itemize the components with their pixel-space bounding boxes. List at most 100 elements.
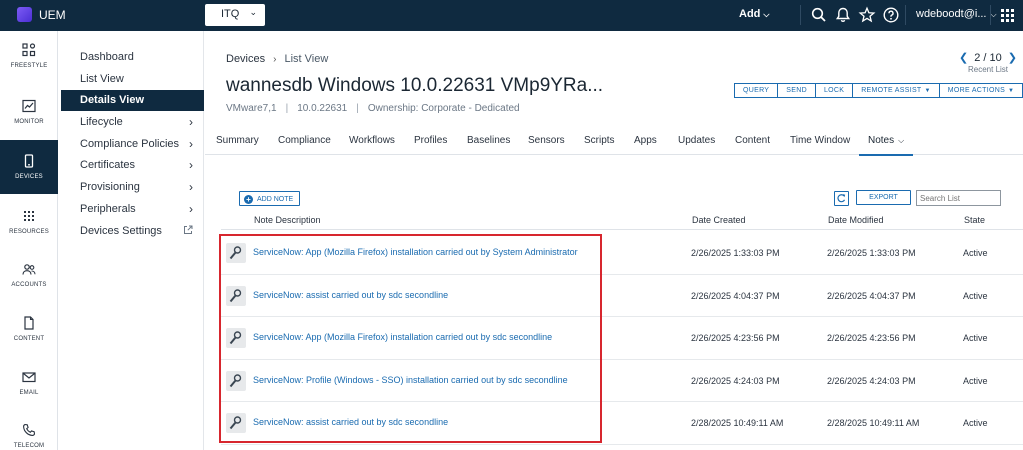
tab-notes-label: Notes <box>868 135 895 146</box>
lock-button[interactable]: LOCK <box>814 83 853 98</box>
query-button[interactable]: QUERY <box>734 83 778 98</box>
user-menu[interactable]: wdeboodt@i... ⌵ <box>916 8 997 20</box>
nav-label: DEVICES <box>15 174 43 180</box>
edit-note-icon[interactable] <box>226 370 246 391</box>
subnav-provisioning[interactable]: Provisioning › <box>61 177 204 198</box>
subnav-lifecycle[interactable]: Lifecycle › <box>61 112 204 133</box>
note-description-link[interactable]: ServiceNow: assist carried out by sdc se… <box>253 290 448 300</box>
date-created: 2/26/2025 4:23:56 PM <box>691 333 780 343</box>
subnav-details-view[interactable]: Details View <box>61 90 204 111</box>
bell-icon[interactable] <box>834 6 852 24</box>
chevron-right-icon: › <box>273 54 277 65</box>
breadcrumb-list-view[interactable]: List View <box>284 53 328 65</box>
subnav-label: Dashboard <box>80 51 134 63</box>
note-state: Active <box>963 375 988 386</box>
nav-telecom[interactable]: TELECOM <box>0 411 58 450</box>
col-state[interactable]: State <box>964 215 985 225</box>
remote-assist-button[interactable]: REMOTE ASSIST ▼ <box>852 83 939 98</box>
refresh-button[interactable] <box>834 191 849 206</box>
more-actions-button[interactable]: MORE ACTIONS ▼ <box>938 83 1023 98</box>
subnav-list-view[interactable]: List View <box>61 69 204 90</box>
tab-time-window[interactable]: Time Window <box>790 135 850 146</box>
help-icon[interactable] <box>882 6 900 24</box>
add-menu-label: Add <box>739 8 761 20</box>
subnav-compliance-policies[interactable]: Compliance Policies › <box>61 134 204 155</box>
resources-icon <box>24 211 34 221</box>
table-row: ServiceNow: Profile (Windows - SSO) inst… <box>221 360 1023 402</box>
date-created: 2/26/2025 1:33:03 PM <box>691 248 780 258</box>
nav-resources[interactable]: RESOURCES <box>0 197 58 247</box>
search-icon[interactable] <box>810 6 828 24</box>
divider <box>800 5 801 25</box>
col-note-description[interactable]: Note Description <box>254 215 321 225</box>
org-selector[interactable]: ITQ ⌄ <box>205 4 265 26</box>
note-state: Active <box>963 248 988 258</box>
subnav-label: Devices Settings <box>80 225 162 237</box>
tab-baselines[interactable]: Baselines <box>467 135 510 146</box>
subnav-devices-settings[interactable]: Devices Settings <box>61 221 204 242</box>
subnav-dashboard[interactable]: Dashboard <box>61 47 204 68</box>
note-description-link[interactable]: ServiceNow: App (Mozilla Firefox) instal… <box>253 247 578 257</box>
edit-note-icon[interactable] <box>226 328 246 348</box>
subnav-label: Provisioning <box>80 181 140 193</box>
tab-sensors[interactable]: Sensors <box>528 135 565 146</box>
search-list-input[interactable] <box>916 190 1001 206</box>
add-note-label: ADD NOTE <box>257 196 294 203</box>
chevron-down-icon: ⌵ <box>990 10 997 19</box>
subnav-peripherals[interactable]: Peripherals › <box>61 199 204 220</box>
tab-scripts[interactable]: Scripts <box>584 135 615 146</box>
export-button[interactable]: EXPORT <box>856 190 911 205</box>
tab-updates[interactable]: Updates <box>678 135 715 146</box>
devices-icon <box>24 154 34 168</box>
next-record-icon[interactable]: ❯ <box>1008 52 1017 64</box>
edit-note-icon[interactable] <box>226 243 246 263</box>
tab-notes[interactable]: Notes ⌵ <box>859 135 914 156</box>
send-button[interactable]: SEND <box>777 83 815 98</box>
nav-label: CONTENT <box>13 336 45 342</box>
nav-accounts[interactable]: ACCOUNTS <box>0 250 58 300</box>
nav-devices[interactable]: DEVICES <box>0 140 58 194</box>
tab-content[interactable]: Content <box>735 135 770 146</box>
edit-note-icon[interactable] <box>226 413 246 433</box>
add-menu-button[interactable]: Add ⌵ <box>739 8 769 20</box>
breadcrumb: Devices › List View <box>226 53 328 65</box>
date-modified: 2/26/2025 4:23:56 PM <box>827 333 916 343</box>
subnav-label: Lifecycle <box>80 116 123 128</box>
nav-content[interactable]: CONTENT <box>0 304 58 354</box>
content-icon <box>24 316 34 330</box>
tab-summary[interactable]: Summary <box>216 135 259 146</box>
prev-record-icon[interactable]: ❮ <box>959 52 968 64</box>
breadcrumb-devices[interactable]: Devices <box>226 53 265 65</box>
app-launcher-icon[interactable] <box>1001 9 1014 22</box>
tab-apps[interactable]: Apps <box>634 135 657 146</box>
edit-note-icon[interactable] <box>226 285 246 306</box>
subnav-certificates[interactable]: Certificates › <box>61 155 204 176</box>
tab-compliance[interactable]: Compliance <box>278 135 331 146</box>
note-description-link[interactable]: ServiceNow: assist carried out by sdc se… <box>253 417 448 427</box>
subnav-label: Certificates <box>80 159 136 171</box>
add-note-button[interactable]: + ADD NOTE <box>239 191 301 206</box>
col-date-modified[interactable]: Date Modified <box>828 215 884 225</box>
app-name: UEM <box>39 8 66 22</box>
tab-workflows[interactable]: Workflows <box>349 135 395 146</box>
freestyle-icon <box>22 43 36 57</box>
nav-monitor[interactable]: MONITOR <box>0 87 58 137</box>
export-label: EXPORT <box>869 194 898 201</box>
chevron-down-icon: ⌵ <box>898 136 905 145</box>
nav-label: ACCOUNTS <box>11 282 47 288</box>
nav-freestyle[interactable]: FREESTYLE <box>0 31 58 81</box>
date-modified: 2/26/2025 4:04:37 PM <box>827 290 916 301</box>
date-modified: 2/26/2025 1:33:03 PM <box>827 248 916 258</box>
accounts-icon <box>22 264 36 275</box>
note-description-link[interactable]: ServiceNow: App (Mozilla Firefox) instal… <box>253 332 552 342</box>
tab-profiles[interactable]: Profiles <box>414 135 447 146</box>
date-created: 2/26/2025 4:24:03 PM <box>691 375 780 386</box>
devices-subnav: Dashboard List View Details View Lifecyc… <box>61 31 204 450</box>
nav-email[interactable]: EMAIL <box>0 358 58 408</box>
col-date-created[interactable]: Date Created <box>692 215 746 225</box>
star-icon[interactable] <box>858 6 876 24</box>
pager-position: 2 / 10 <box>974 52 1002 64</box>
note-description-link[interactable]: ServiceNow: Profile (Windows - SSO) inst… <box>253 375 568 385</box>
notes-table: ServiceNow: App (Mozilla Firefox) instal… <box>221 232 1023 445</box>
chevron-down-icon: ▼ <box>1008 88 1015 94</box>
